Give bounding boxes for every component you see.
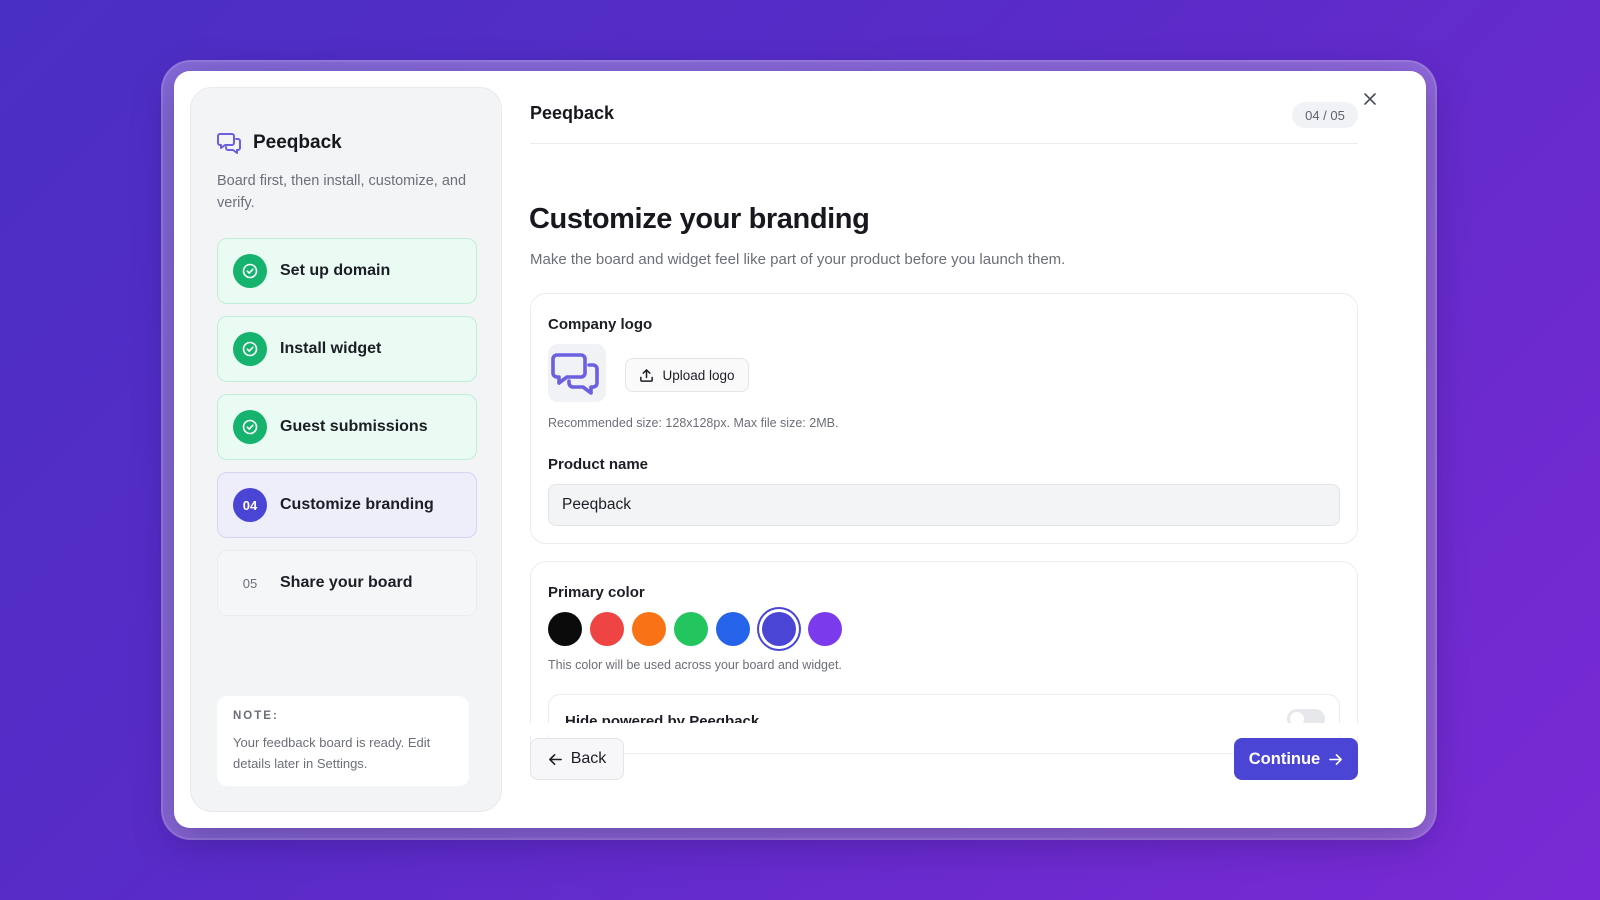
chat-bubbles-icon	[217, 133, 241, 154]
step-label: Customize branding	[280, 496, 434, 513]
logo-preview	[548, 344, 606, 402]
step-label: Install widget	[280, 340, 382, 357]
close-button[interactable]	[1358, 87, 1382, 111]
logo-card: Company logo Upload logo Recommended siz…	[530, 293, 1358, 544]
color-swatch[interactable]	[716, 612, 750, 646]
chat-bubbles-icon	[551, 353, 599, 395]
color-swatches	[548, 612, 842, 646]
header-divider	[530, 143, 1358, 144]
step-label: Share your board	[280, 574, 413, 591]
step-number-badge: 04	[233, 488, 267, 522]
primary-color-label: Primary color	[548, 584, 645, 601]
upload-logo-button[interactable]: Upload logo	[625, 358, 749, 392]
continue-label: Continue	[1248, 749, 1321, 768]
section-subheading: Make the board and widget feel like part…	[530, 251, 1066, 268]
section-heading: Customize your branding	[529, 203, 870, 235]
upload-icon	[640, 368, 654, 382]
scroll-fade	[530, 723, 1358, 735]
color-swatch[interactable]	[590, 612, 624, 646]
color-swatch[interactable]	[674, 612, 708, 646]
onboarding-modal: Peeqback Board first, then install, cust…	[174, 71, 1426, 828]
back-label: Back	[570, 750, 607, 767]
arrow-right-icon	[1329, 753, 1343, 765]
brand: Peeqback	[217, 130, 342, 156]
color-swatch[interactable]	[762, 612, 796, 646]
step-number-badge: 05	[242, 575, 258, 591]
company-logo-label: Company logo	[548, 316, 653, 333]
back-button[interactable]: Back	[530, 738, 624, 780]
brand-name: Peeqback	[253, 132, 342, 153]
page-title: Peeqback	[530, 103, 615, 123]
product-name-input[interactable]	[548, 484, 1340, 526]
sidebar-tagline: Board first, then install, customize, an…	[217, 173, 467, 211]
step-guest-submissions[interactable]: Guest submissions	[217, 394, 477, 460]
note-box: NOTE: Your feedback board is ready. Edit…	[217, 696, 469, 786]
continue-button[interactable]: Continue	[1234, 738, 1358, 780]
step-label: Set up domain	[280, 262, 391, 279]
sidebar: Peeqback Board first, then install, cust…	[190, 87, 502, 812]
step-install-widget[interactable]: Install widget	[217, 316, 477, 382]
step-share-your-board[interactable]: 05 Share your board	[217, 550, 477, 616]
color-swatch[interactable]	[632, 612, 666, 646]
note-text: Your feedback board is ready. Edit detai…	[233, 735, 431, 771]
close-icon	[1364, 93, 1376, 105]
note-title: NOTE:	[233, 710, 279, 722]
logo-size-hint: Recommended size: 128x128px. Max file si…	[548, 416, 839, 430]
step-set-up-domain[interactable]: Set up domain	[217, 238, 477, 304]
arrow-left-icon	[548, 753, 562, 765]
step-label: Guest submissions	[280, 418, 428, 435]
primary-color-hint: This color will be used across your boar…	[548, 658, 842, 672]
step-list: Set up domain Install widget Guest submi…	[217, 238, 477, 628]
check-circle-icon	[233, 332, 267, 366]
step-customize-branding[interactable]: 04 Customize branding	[217, 472, 477, 538]
product-name-label: Product name	[548, 456, 649, 473]
color-swatch[interactable]	[548, 612, 582, 646]
upload-logo-label: Upload logo	[662, 367, 735, 383]
check-circle-icon	[233, 410, 267, 444]
color-swatch[interactable]	[808, 612, 842, 646]
check-circle-icon	[233, 254, 267, 288]
step-counter-badge: 04 / 05	[1292, 102, 1358, 128]
